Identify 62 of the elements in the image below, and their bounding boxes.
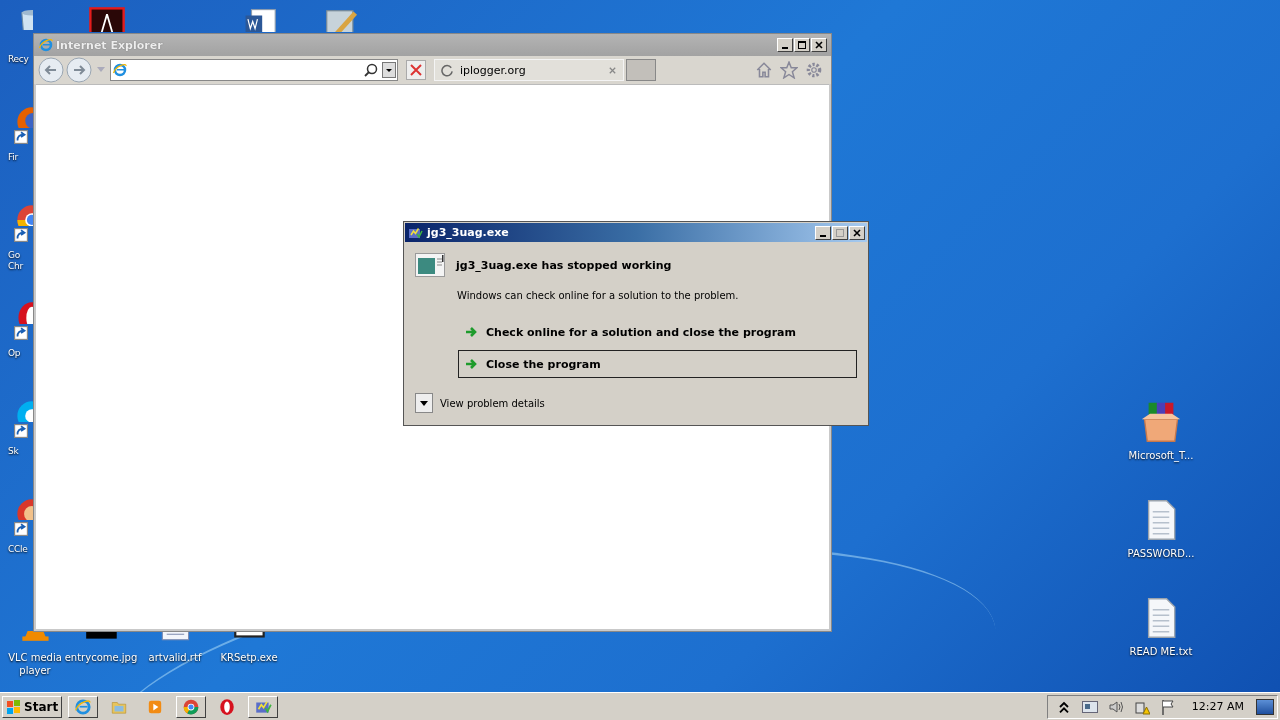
icon-label: Go Chr (8, 250, 24, 272)
command-link[interactable]: Check online for a solution and close the program (458, 318, 857, 346)
address-field[interactable] (110, 59, 398, 81)
arrow-icon (465, 325, 479, 339)
close-button[interactable] (811, 38, 827, 52)
icon-label: Op (8, 348, 22, 359)
icon-label: Sk (8, 446, 20, 457)
search-icon[interactable] (364, 63, 378, 77)
clock[interactable]: 12:27 AM (1191, 700, 1244, 713)
maximize-button[interactable] (794, 38, 810, 52)
back-button[interactable] (38, 57, 64, 83)
close-icon (814, 40, 824, 50)
show-desktop-button[interactable] (1256, 698, 1274, 715)
program-window-icon (415, 253, 445, 277)
icon-label: Microsoft_T... (1128, 450, 1194, 461)
pdf-icon[interactable] (88, 6, 126, 32)
chrome-icon[interactable] (182, 697, 201, 716)
flag-icon[interactable] (1159, 698, 1176, 715)
window-title: jg3_3uag.exe (427, 226, 510, 239)
arrow-icon (465, 357, 479, 371)
favorites-star-icon[interactable] (780, 61, 798, 79)
icon-label: CCle (8, 544, 29, 555)
details-label[interactable]: View problem details (440, 397, 545, 409)
icon-label: PASSWORD... (1127, 548, 1195, 559)
window-title: Internet Explorer (56, 38, 164, 52)
shortcut-arrow-icon (14, 326, 28, 340)
icon-label: entrycome.jpg (64, 651, 138, 664)
expand-button[interactable] (415, 393, 433, 413)
shortcut-arrow-icon (14, 130, 28, 144)
close-icon (852, 227, 862, 238)
icon-label: VLC media player (7, 651, 63, 677)
minimize-icon (820, 234, 826, 237)
close-button[interactable] (849, 225, 865, 240)
minimize-button[interactable] (777, 38, 793, 52)
minimize-icon (782, 47, 788, 49)
speaker-icon[interactable] (1107, 698, 1124, 715)
icon-label: Recy (8, 54, 30, 65)
icon-label: READ ME.txt (1129, 646, 1193, 657)
maximize-button[interactable] (832, 225, 848, 240)
ie-icon (112, 62, 128, 78)
browser-tab[interactable]: iplogger.org (434, 59, 624, 81)
dropdown-button[interactable] (382, 61, 396, 79)
command-link[interactable]: Close the program (458, 350, 857, 378)
maximize-icon (835, 227, 845, 238)
icon-label: artvalid.rtf (148, 651, 202, 664)
minimize-button[interactable] (815, 225, 831, 240)
shortcut-arrow-icon (14, 522, 28, 536)
forward-button[interactable] (66, 57, 92, 83)
shortcut-arrow-icon (14, 424, 28, 438)
stop-button[interactable] (406, 60, 426, 80)
icon-label: KRSetp.exe (220, 651, 278, 664)
error-heading: jg3_3uag.exe has stopped working (456, 258, 672, 272)
icon-label: Fir (8, 152, 19, 163)
ie-icon (38, 37, 54, 53)
close-tab-icon[interactable] (608, 65, 617, 75)
opera-icon[interactable] (218, 697, 237, 716)
windows-logo-icon (6, 698, 22, 715)
error-message: Windows can check online for a solution to the problem. (457, 290, 740, 301)
maximize-icon (797, 40, 807, 50)
action-center-icon[interactable] (1081, 698, 1098, 715)
start-button[interactable]: Start (2, 695, 63, 718)
shortcut-arrow-icon (14, 228, 28, 242)
